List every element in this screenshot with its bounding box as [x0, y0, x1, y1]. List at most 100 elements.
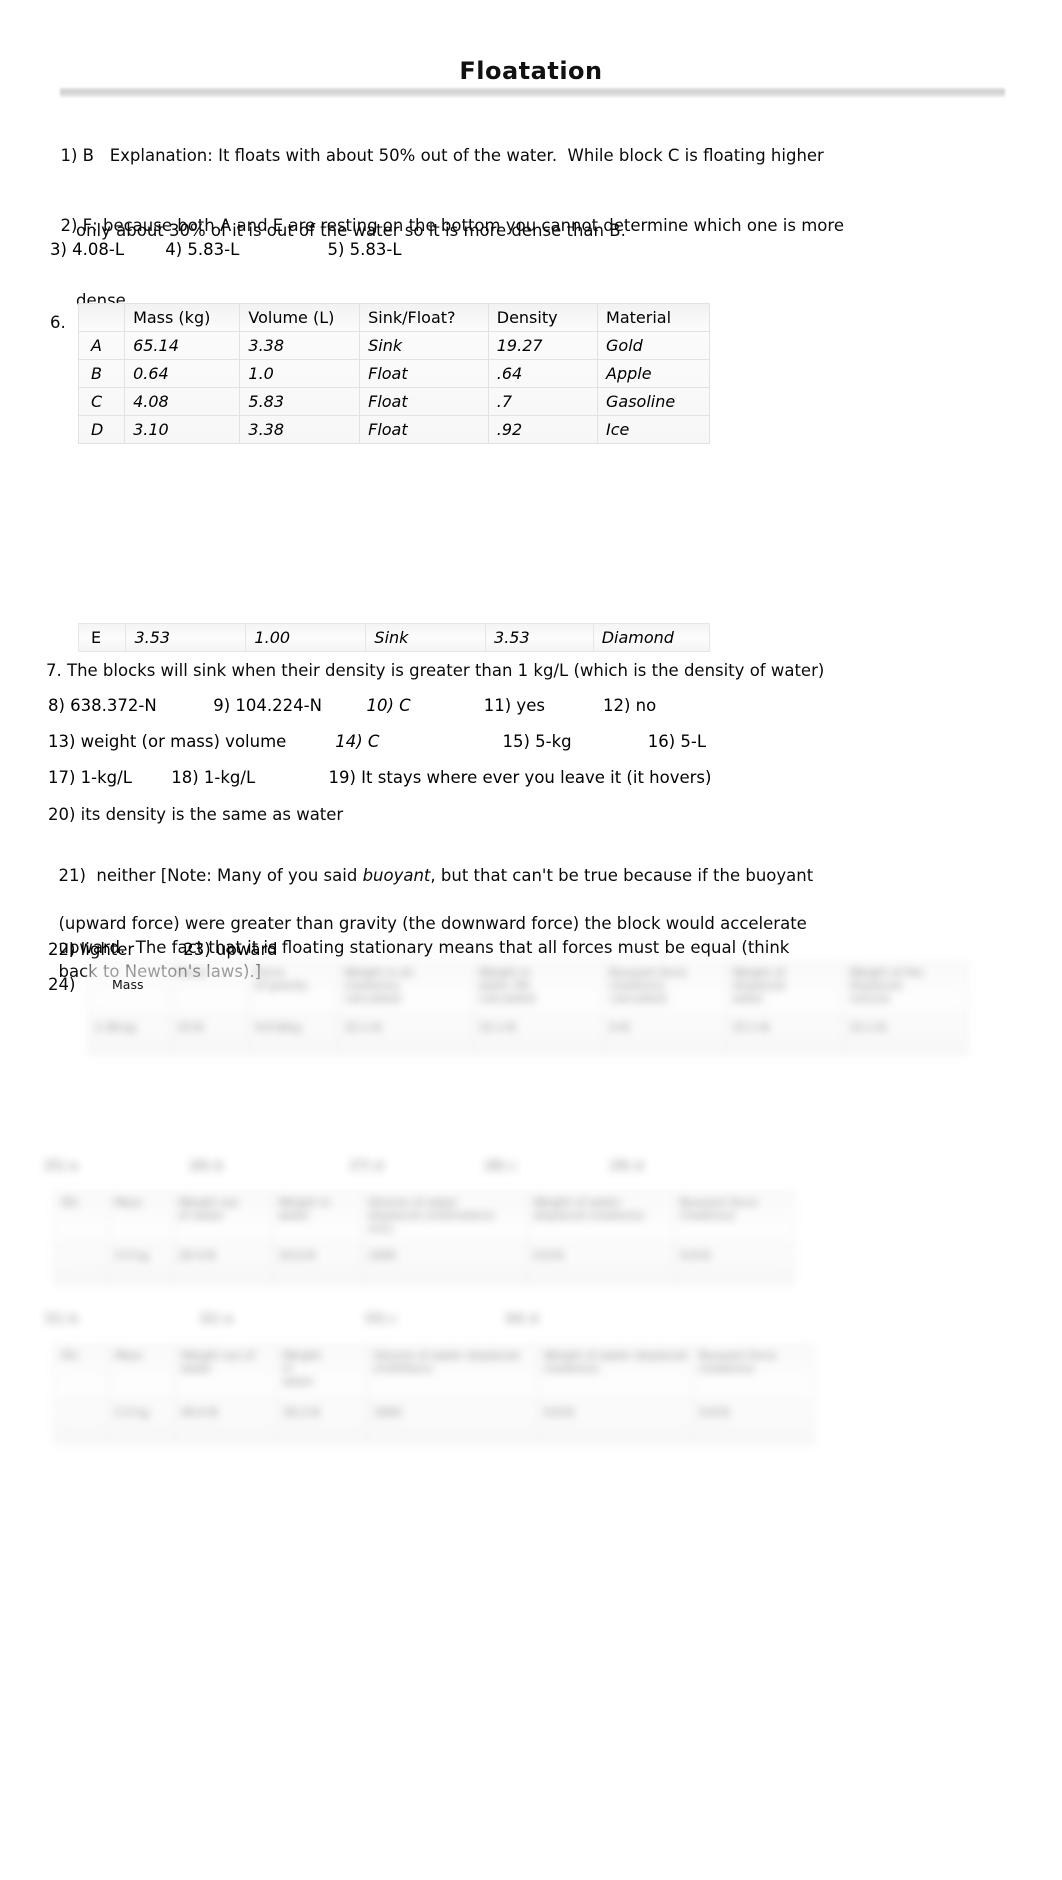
answer-10: 10) C: [366, 696, 411, 715]
answer-13: 13) weight (or mass) volume: [48, 732, 287, 751]
blurred-item: 28) c: [484, 1159, 518, 1174]
blurred-cell: Force: [170, 962, 250, 1018]
row-volume: 3.38: [239, 331, 361, 360]
blurred-cell: Weight out of water: [172, 1192, 274, 1246]
blurred-cell: 30): [53, 1192, 110, 1246]
row-letter: D: [77, 415, 126, 444]
row-sink-float: Sink: [365, 623, 487, 652]
answer-2-line-1: 2) F; because both A and E are resting o…: [60, 216, 844, 235]
answers-8-12-row: 8) 638.372-N 9) 104.224-N 10) C 11) yes …: [48, 694, 656, 718]
answer-15: 15) 5-kg: [502, 732, 572, 751]
row-sink-float: Float: [359, 387, 489, 416]
blurred-cell: [53, 1245, 110, 1285]
row-density: 19.27: [487, 331, 599, 360]
answer-21-emphasis: buoyant: [362, 866, 431, 885]
floatation-data-table-row-e: E 3.53 1.00 Sink 3.53 Diamond: [77, 623, 711, 652]
answer-7: 7. The blocks will sink when their densi…: [46, 661, 825, 680]
blurred-cell: Volume of water displaced (milliliters): [367, 1345, 540, 1403]
blurred-cell: Weight in air (newtons) calculated: [338, 962, 474, 1018]
answer-3: 3) 4.08-L: [50, 240, 125, 259]
answer-24-number: 24): [48, 975, 76, 994]
answer-8: 8) 638.372-N: [48, 696, 157, 715]
blurred-cell: Buoyant force (newtons): [674, 1192, 794, 1246]
header-sink-float: Sink/Float?: [359, 303, 489, 332]
blurred-item: 31) b: [44, 1312, 78, 1327]
answer-11: 11) yes: [483, 696, 545, 715]
row-mass: 4.08: [124, 387, 241, 416]
header-blank: [77, 303, 126, 332]
row-volume: 5.83: [239, 387, 361, 416]
row-volume: 1.00: [245, 623, 367, 652]
table-row: A 65.14 3.38 Sink 19.27 Gold: [77, 331, 710, 360]
header-material: Material: [597, 303, 710, 332]
blurred-table-a-grid: Force Force of gravity Weight in air (newt…: [88, 962, 968, 1055]
row-mass: 3.53: [125, 623, 247, 652]
blurred-cell: 9.8-N: [538, 1402, 695, 1444]
blurred-cell: Mass: [108, 1345, 176, 1403]
row-material: Apple: [597, 359, 710, 388]
blurred-cell: 9.8 N/kg: [248, 1017, 340, 1055]
table-header-row: Mass (kg) Volume (L) Sink/Float? Density…: [77, 303, 710, 332]
blurred-cell: 1000: [367, 1402, 540, 1444]
row-density: .64: [487, 359, 599, 388]
blurred-table-c: 35) Mass Weight out of water Weight in wate…: [54, 1345, 814, 1444]
blurred-cell: Mass: [108, 1192, 174, 1246]
blurred-item: 34) d: [504, 1312, 539, 1327]
blurred-cell: 19.6-N: [272, 1245, 364, 1285]
blurred-cell: Weight of water displaced (newtons): [538, 1345, 695, 1403]
blurred-cell: Weight of the displaced volume: [843, 962, 968, 1018]
answer-21-line-2: (upward force) were greater than gravity…: [58, 914, 807, 933]
answer-6-number: 6.: [50, 313, 66, 332]
header-density: Density: [487, 303, 599, 332]
blurred-cell: 39.2-N: [276, 1402, 369, 1444]
row-letter: B: [77, 359, 126, 388]
answer-22: 22) lighter: [48, 940, 135, 959]
blurred-data-row: 5.0 kg 49.0-N 39.2-N 1000 9.8-N 9.8-N: [54, 1402, 814, 1444]
blurred-table-b: 30) Mass Weight out of water Weight in wat…: [53, 1192, 794, 1285]
table-row: E 3.53 1.00 Sink 3.53 Diamond: [77, 623, 711, 652]
answer-18: 18) 1-kg/L: [171, 768, 256, 787]
blurred-cell: 29.4-N: [172, 1245, 274, 1285]
blurred-item: 25) a: [44, 1159, 78, 1174]
blurred-header-row: 30) Mass Weight out of water Weight in wat…: [53, 1192, 794, 1246]
blurred-cell: Weight in water: [276, 1345, 369, 1403]
row-material: Gold: [597, 331, 710, 360]
title-divider-rule: [60, 88, 1005, 97]
blurred-cell: 49.0-N: [174, 1402, 278, 1444]
row-material: Diamond: [592, 623, 711, 652]
blurred-answer-line-b: 31) b 32) a 33) c 34) d: [44, 1308, 664, 1327]
answer-23: 23) upward: [183, 940, 278, 959]
blurred-cell: 33.1-N: [472, 1017, 605, 1055]
answer-16: 16) 5-L: [647, 732, 707, 751]
answers-17-19-row: 17) 1-kg/L 18) 1-kg/L 19) It stays where…: [48, 766, 711, 790]
header-volume: Volume (L): [239, 303, 361, 332]
row-density: .92: [487, 415, 599, 444]
blurred-cell: 0-N: [603, 1017, 728, 1055]
table-row: D 3.10 3.38 Float .92 Ice: [77, 415, 710, 444]
row-sink-float: Float: [359, 359, 489, 388]
answer-5: 5) 5.83-L: [327, 240, 402, 259]
blurred-cell: Weight in water: [272, 1192, 364, 1246]
row-volume: 3.38: [239, 415, 361, 444]
blurred-cell: 33-N: [170, 1017, 250, 1055]
header-mass: Mass (kg): [124, 303, 241, 332]
blurred-cell: Volume of water displaced (millimeters) (m…: [362, 1192, 529, 1246]
blurred-cell: Buoyant force (newtons) calculated: [603, 962, 728, 1018]
answer-21-line-1-pre: 21) neither [Note: Many of you said: [58, 866, 363, 885]
blurred-data-row: 3.0 kg 29.4-N 19.6-N 1000 9.8-N 9.8-N: [53, 1245, 794, 1285]
row-sink-float: Sink: [359, 331, 489, 360]
answer-21-line-1-post: , but that can't be true because if the …: [430, 866, 814, 885]
page-title: Floatation: [459, 57, 603, 85]
blurred-cell: 9.8-N: [527, 1245, 676, 1285]
answer-17: 17) 1-kg/L: [48, 768, 132, 787]
table-row: C 4.08 5.83 Float .7 Gasoline: [77, 387, 710, 416]
blurred-cell: Buoyant force (newtons): [693, 1345, 814, 1403]
answers-22-23-row: 22) lighter 23) upward: [48, 938, 277, 962]
row-mass: 3.10: [124, 415, 241, 444]
blurred-cell: 3.38-kg: [88, 1017, 172, 1055]
row-volume: 1.0: [239, 359, 361, 388]
row-material: Gasoline: [597, 387, 710, 416]
blurred-item: 33) c: [364, 1312, 398, 1327]
blurred-item: 29) d: [609, 1159, 644, 1174]
table-row: B 0.64 1.0 Float .64 Apple: [77, 359, 710, 388]
